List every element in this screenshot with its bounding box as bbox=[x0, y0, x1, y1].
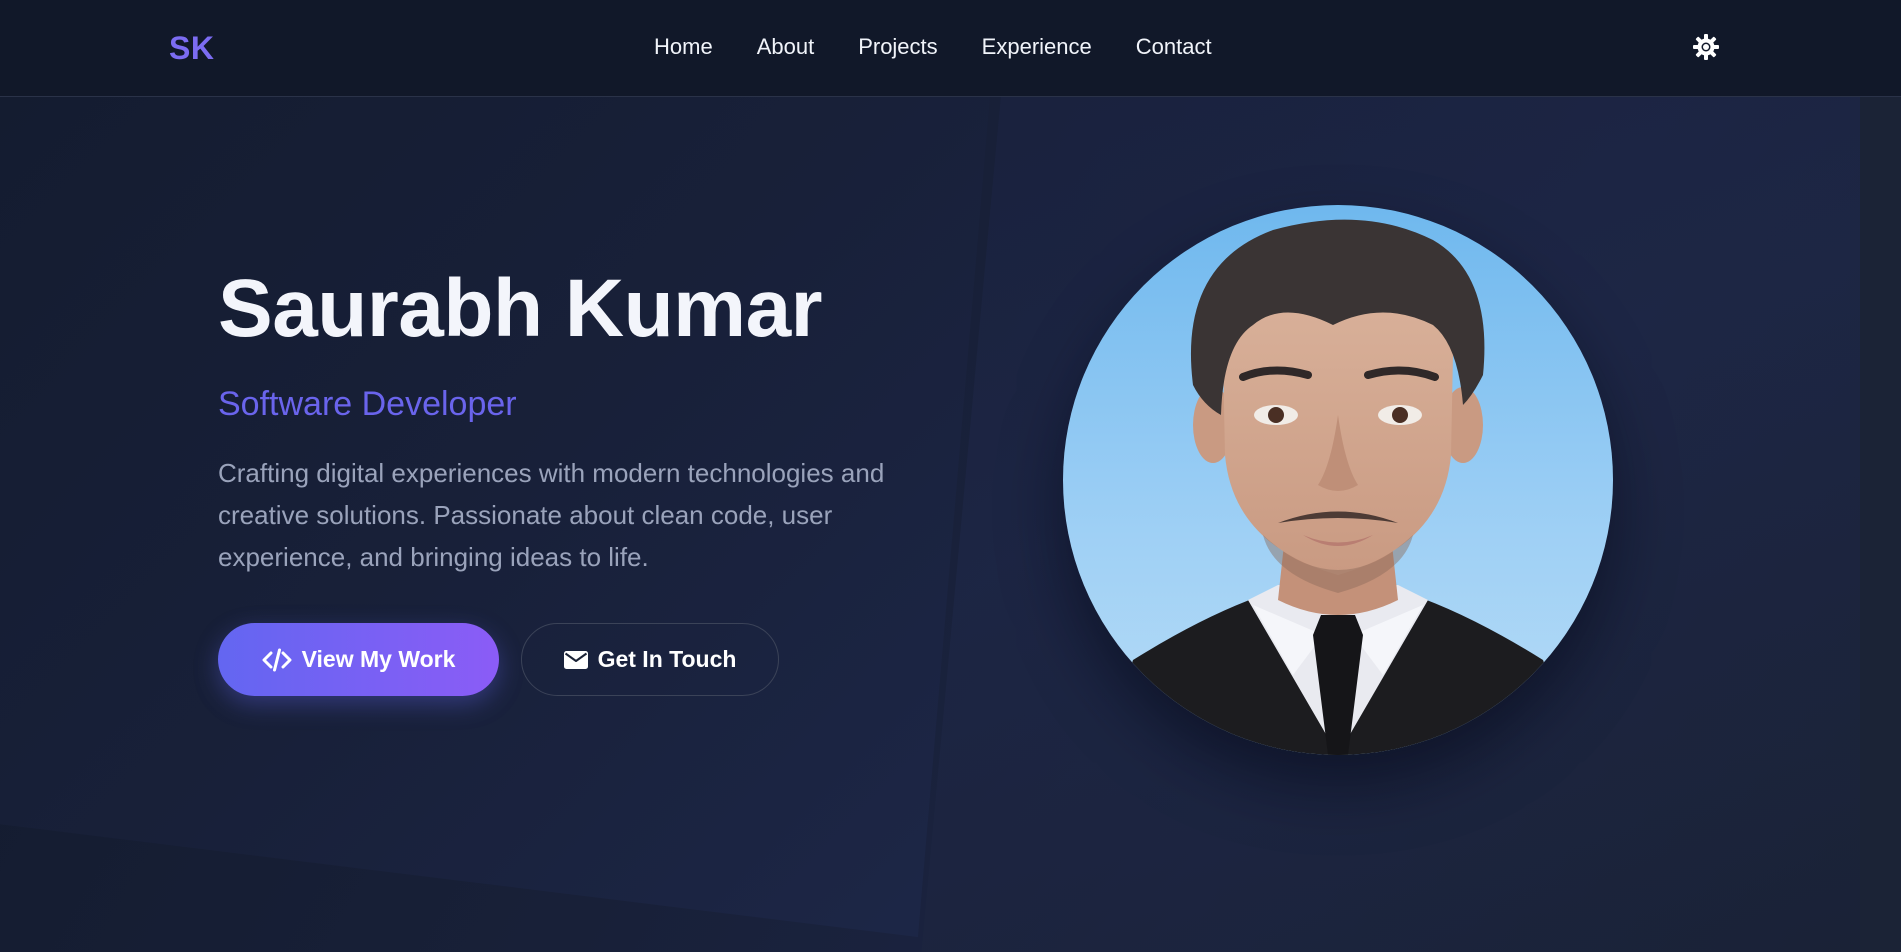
hero-description: Crafting digital experiences with modern… bbox=[218, 458, 885, 572]
envelope-icon bbox=[563, 650, 588, 669]
theme-toggle-button[interactable] bbox=[1692, 33, 1720, 61]
get-in-touch-label: Get In Touch bbox=[597, 646, 737, 672]
portrait-illustration bbox=[1063, 205, 1613, 755]
page: SK Home About Projects Experience Contac… bbox=[0, 0, 1901, 952]
view-my-work-label: View My Work bbox=[301, 646, 456, 672]
sun-gear-icon bbox=[1693, 34, 1719, 60]
background-edge bbox=[1860, 97, 1901, 952]
hero-role: Software Developer bbox=[218, 385, 517, 423]
profile-photo bbox=[1063, 205, 1613, 755]
nav-link-home[interactable]: Home bbox=[654, 34, 713, 60]
navbar: SK Home About Projects Experience Contac… bbox=[0, 0, 1901, 97]
nav-link-projects[interactable]: Projects bbox=[858, 34, 937, 60]
nav-link-experience[interactable]: Experience bbox=[982, 34, 1092, 60]
nav-links: Home About Projects Experience Contact bbox=[654, 34, 1256, 60]
code-icon bbox=[262, 648, 292, 671]
nav-link-contact[interactable]: Contact bbox=[1136, 34, 1212, 60]
logo[interactable]: SK bbox=[169, 30, 214, 67]
hero-name: Saurabh Kumar bbox=[218, 263, 823, 354]
view-my-work-button[interactable]: View My Work bbox=[218, 623, 499, 696]
nav-link-about[interactable]: About bbox=[757, 34, 815, 60]
get-in-touch-button[interactable]: Get In Touch bbox=[521, 623, 779, 696]
